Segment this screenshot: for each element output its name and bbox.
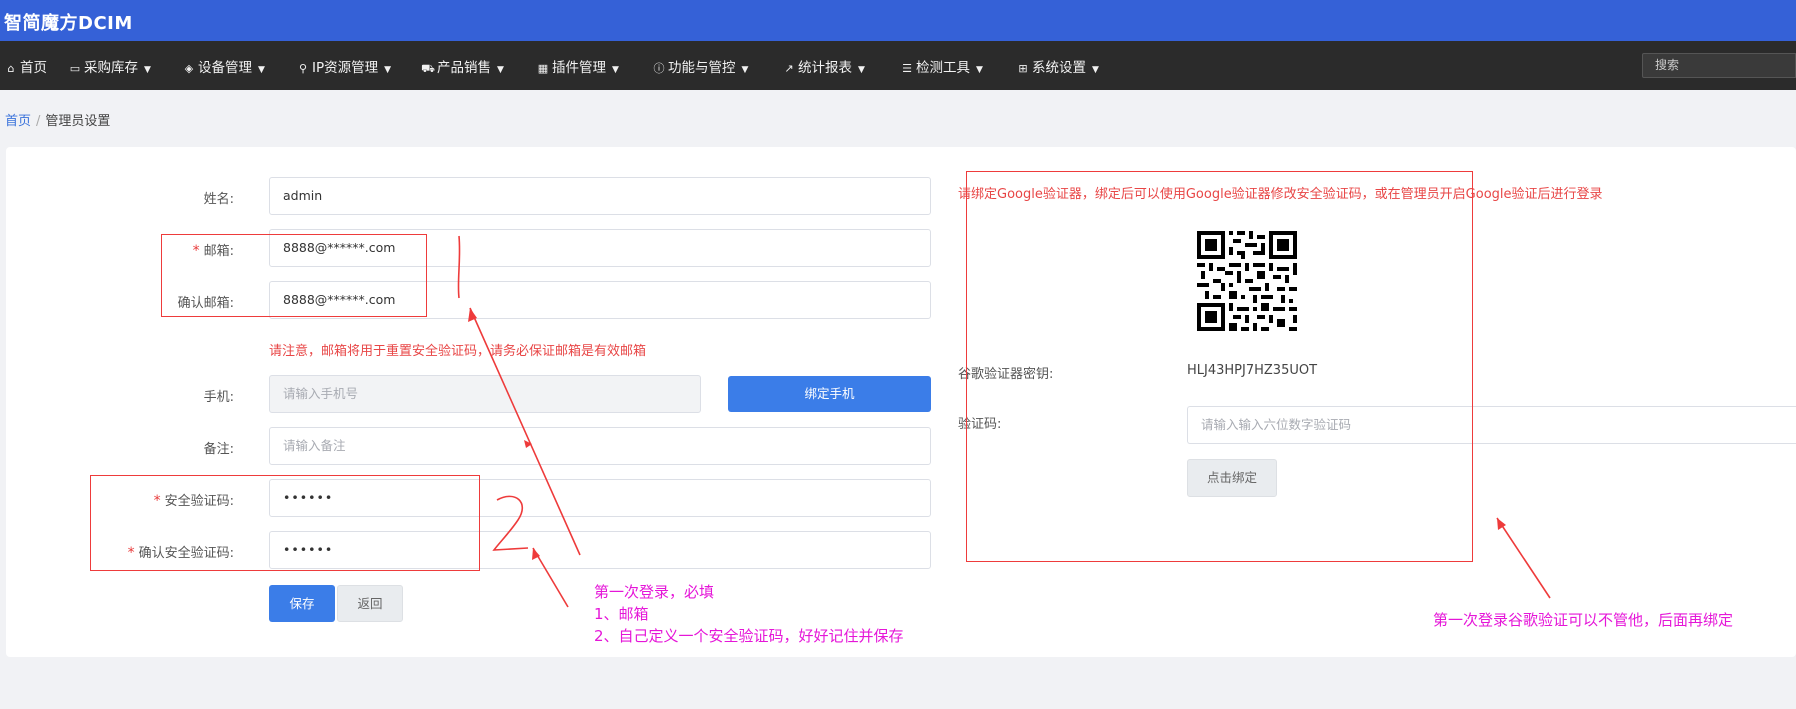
- home-icon: ⌂: [7, 62, 15, 75]
- chevron-down-icon: ▼: [858, 65, 865, 75]
- annotation-box-email: [161, 234, 427, 317]
- nav-item-product-sales[interactable]: ⛟ 产品销售 ▼: [421, 56, 504, 77]
- inbox-icon: ▭: [69, 62, 81, 75]
- nav-item-label: 设备管理: [198, 60, 252, 76]
- annotation-line: 2、自己定义一个安全验证码，好好记住并保存: [594, 627, 904, 645]
- nav-item-label: 产品销售: [437, 60, 491, 76]
- phone-field[interactable]: 请输入手机号: [269, 375, 701, 413]
- nav-item-statistics[interactable]: ↗ 统计报表 ▼: [782, 56, 865, 76]
- nav-item-label: 功能与管控: [668, 60, 736, 76]
- grid-icon: ▦: [537, 62, 549, 75]
- nav-item-label: IP资源管理: [312, 60, 379, 76]
- nav-item-label: 检测工具: [916, 60, 970, 76]
- annotation-box-google-auth: [966, 171, 1473, 562]
- info-icon: ⓘ: [653, 62, 665, 75]
- nav-item-label: 插件管理: [552, 60, 606, 76]
- breadcrumb-separator: /: [36, 114, 41, 129]
- list-icon: ☰: [902, 62, 912, 75]
- chevron-down-icon: ▼: [976, 65, 983, 75]
- nav-item-device-management[interactable]: ◈ 设备管理 ▼: [182, 56, 265, 76]
- back-button[interactable]: 返回: [337, 585, 403, 622]
- chevron-down-icon: ▼: [1092, 65, 1099, 75]
- chevron-down-icon: ▼: [258, 65, 265, 75]
- nav-item-ip-resources[interactable]: ⚲ IP资源管理 ▼: [296, 56, 391, 76]
- map-marker-icon: ⚲: [298, 62, 308, 75]
- email-warning-text: 请注意，邮箱将用于重置安全验证码，请务必保证邮箱是有效邮箱: [269, 344, 647, 359]
- breadcrumb-current: 管理员设置: [45, 114, 111, 129]
- chevron-down-icon: ▼: [741, 65, 749, 75]
- nav-item-detection-tools[interactable]: ☰ 检测工具 ▼: [900, 56, 983, 76]
- nav-item-system-settings[interactable]: ⊞ 系统设置 ▼: [1016, 56, 1099, 76]
- name-field[interactable]: admin: [269, 177, 931, 215]
- line-chart-icon: ↗: [784, 62, 794, 75]
- cube-icon: ◈: [184, 62, 194, 75]
- top-title-bar: 智简魔方DCIM: [0, 0, 1796, 41]
- chevron-down-icon: ▼: [144, 65, 151, 75]
- nav-item-features-control[interactable]: ⓘ 功能与管控 ▼: [652, 56, 749, 76]
- chevron-down-icon: ▼: [612, 65, 619, 75]
- breadcrumb-home-link[interactable]: 首页: [5, 114, 31, 129]
- chevron-down-icon: ▼: [497, 65, 504, 75]
- annotation-text-first-login: 第一次登录，必填 1、邮箱 2、自己定义一个安全验证码，好好记住并保存: [594, 581, 904, 647]
- nav-item-purchase-stock[interactable]: ▭ 采购库存 ▼: [68, 56, 151, 76]
- name-label: 姓名:: [203, 192, 234, 207]
- nav-item-label: 首页: [20, 60, 47, 76]
- cart-icon: ⛟: [421, 62, 435, 75]
- annotation-box-security-code: [90, 475, 480, 571]
- app-logo-title[interactable]: 智简魔方DCIM: [4, 9, 133, 35]
- nav-item-plugin-management[interactable]: ▦ 插件管理 ▼: [536, 56, 619, 76]
- annotation-text-google-later: 第一次登录谷歌验证可以不管他，后面再绑定: [1433, 611, 1734, 629]
- save-button[interactable]: 保存: [269, 585, 335, 622]
- annotation-line: 1、邮箱: [594, 605, 649, 623]
- windows-icon: ⊞: [1018, 62, 1028, 75]
- remark-field[interactable]: 请输入备注: [269, 427, 931, 465]
- breadcrumb: 首页 / 管理员设置: [5, 110, 110, 129]
- nav-search-input[interactable]: 搜索: [1642, 53, 1796, 78]
- chevron-down-icon: ▼: [384, 65, 392, 75]
- nav-item-home[interactable]: ⌂ 首页: [4, 56, 48, 76]
- main-navbar: ⌂ 首页 ▭ 采购库存 ▼ ◈ 设备管理 ▼ ⚲ IP资源管理 ▼ ⛟ 产品销售 ▼ ▦ 插件管理 ▼…: [0, 41, 1796, 90]
- nav-item-label: 系统设置: [1032, 60, 1086, 76]
- nav-item-label: 采购库存: [84, 60, 138, 76]
- annotation-line: 第一次登录，必填: [594, 583, 715, 601]
- remark-label: 备注:: [203, 442, 234, 457]
- phone-label: 手机:: [203, 390, 234, 405]
- bind-phone-button[interactable]: 绑定手机: [728, 376, 931, 412]
- nav-item-label: 统计报表: [798, 60, 852, 76]
